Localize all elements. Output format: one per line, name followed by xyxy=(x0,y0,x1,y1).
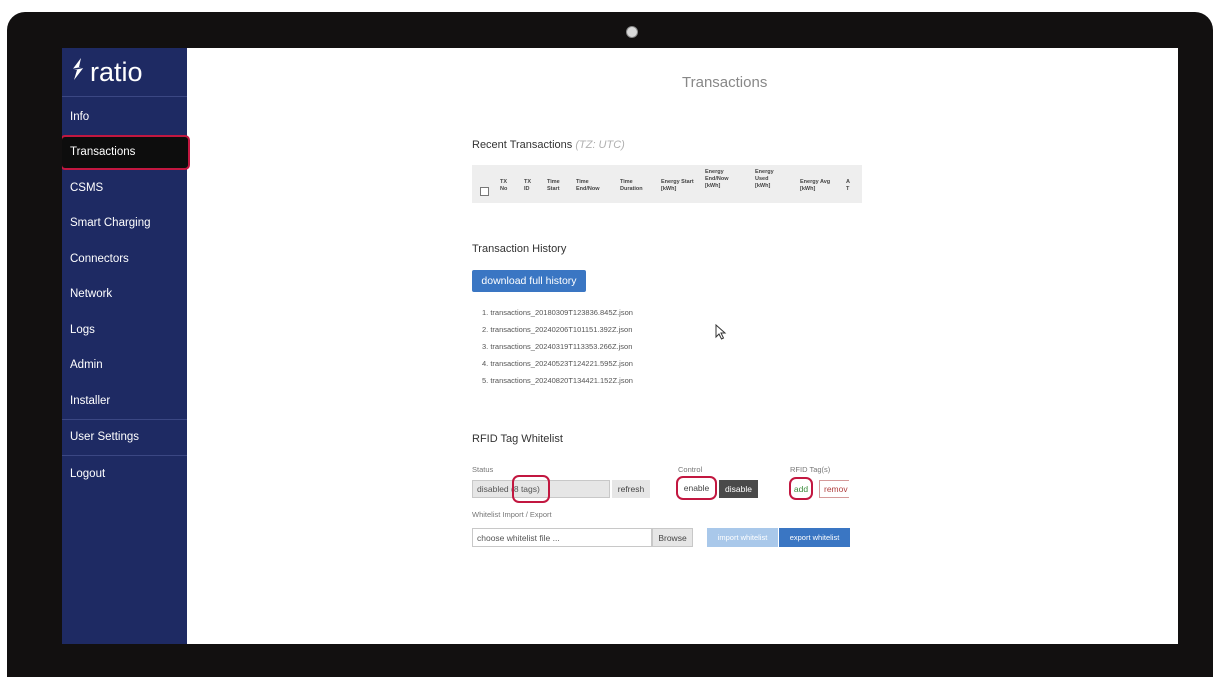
remove-tag-button[interactable]: remov xyxy=(819,480,849,498)
rfid-whitelist-title: RFID Tag Whitelist xyxy=(472,433,563,445)
column-header: Energy End/Now [kWh] xyxy=(705,169,729,190)
sidebar-item-smart-charging[interactable]: Smart Charging xyxy=(62,206,187,242)
timezone-label: (TZ: UTC) xyxy=(575,139,625,151)
history-file-link[interactable]: 5. transactions_20240820T134421.152Z.jso… xyxy=(482,372,633,389)
sidebar-item-transactions[interactable]: Transactions xyxy=(62,134,190,170)
disable-button[interactable]: disable xyxy=(719,480,758,498)
sidebar-item-logs[interactable]: Logs xyxy=(62,312,187,348)
whitelist-file-input[interactable]: choose whitelist file ... xyxy=(472,528,652,547)
refresh-button[interactable]: refresh xyxy=(612,480,650,498)
transaction-history-title: Transaction History xyxy=(472,243,567,255)
sidebar-item-info[interactable]: Info xyxy=(62,99,187,135)
screen: ratio Info Transactions CSMS Smart Charg… xyxy=(62,48,1178,644)
enable-button[interactable]: enable xyxy=(676,476,717,500)
select-all-checkbox[interactable] xyxy=(480,187,489,196)
export-whitelist-button[interactable]: export whitelist xyxy=(779,528,850,547)
sidebar-item-user-settings[interactable]: User Settings xyxy=(62,420,187,456)
rfid-tags-label: RFID Tag(s) xyxy=(790,465,831,474)
lightning-bolt-icon xyxy=(69,57,87,88)
status-highlight xyxy=(512,475,550,503)
history-file-list: 1. transactions_20180309T123836.845Z.jso… xyxy=(482,304,633,389)
sidebar-item-connectors[interactable]: Connectors xyxy=(62,241,187,277)
sidebar-item-network[interactable]: Network xyxy=(62,277,187,313)
logo-text: ratio xyxy=(90,56,143,87)
import-whitelist-button[interactable]: import whitelist xyxy=(707,528,778,547)
logo[interactable]: ratio xyxy=(62,48,187,97)
transactions-table-header: TX No TX ID Time Start Time End/Now Time… xyxy=(472,165,862,203)
webcam-icon xyxy=(626,26,638,38)
download-history-button[interactable]: download full history xyxy=(472,270,586,292)
column-header: Time Duration xyxy=(620,179,643,193)
column-header: TX ID xyxy=(524,179,532,193)
column-header: A T xyxy=(846,179,850,193)
sidebar-item-csms[interactable]: CSMS xyxy=(62,170,187,206)
recent-transactions-heading: Recent Transactions (TZ: UTC) xyxy=(472,139,625,151)
page-title: Transactions xyxy=(682,74,768,91)
browse-button[interactable]: Browse xyxy=(652,528,693,547)
sidebar-item-logout[interactable]: Logout xyxy=(62,456,187,492)
status-label: Status xyxy=(472,465,494,474)
column-header: Energy Avg [kWh] xyxy=(800,179,831,193)
recent-transactions-title: Recent Transactions xyxy=(472,139,573,151)
column-header: Energy Start [kWh] xyxy=(661,179,694,193)
history-file-link[interactable]: 4. transactions_20240523T124221.595Z.jso… xyxy=(482,355,633,372)
column-header: Time Start xyxy=(547,179,560,193)
import-export-label: Whitelist Import / Export xyxy=(472,510,552,519)
column-header: Energy Used [kWh] xyxy=(755,169,774,190)
sidebar-item-installer[interactable]: Installer xyxy=(62,383,187,419)
column-header: Time End/Now xyxy=(576,179,600,193)
add-tag-button[interactable]: add xyxy=(789,477,813,500)
sidebar-item-admin[interactable]: Admin xyxy=(62,348,187,384)
column-header: TX No xyxy=(500,179,508,193)
control-label: Control xyxy=(678,465,703,474)
history-file-link[interactable]: 3. transactions_20240319T113353.266Z.jso… xyxy=(482,338,633,355)
history-file-link[interactable]: 2. transactions_20240206T101151.392Z.jso… xyxy=(482,321,633,338)
sidebar: ratio Info Transactions CSMS Smart Charg… xyxy=(62,48,190,644)
history-file-link[interactable]: 1. transactions_20180309T123836.845Z.jso… xyxy=(482,304,633,321)
